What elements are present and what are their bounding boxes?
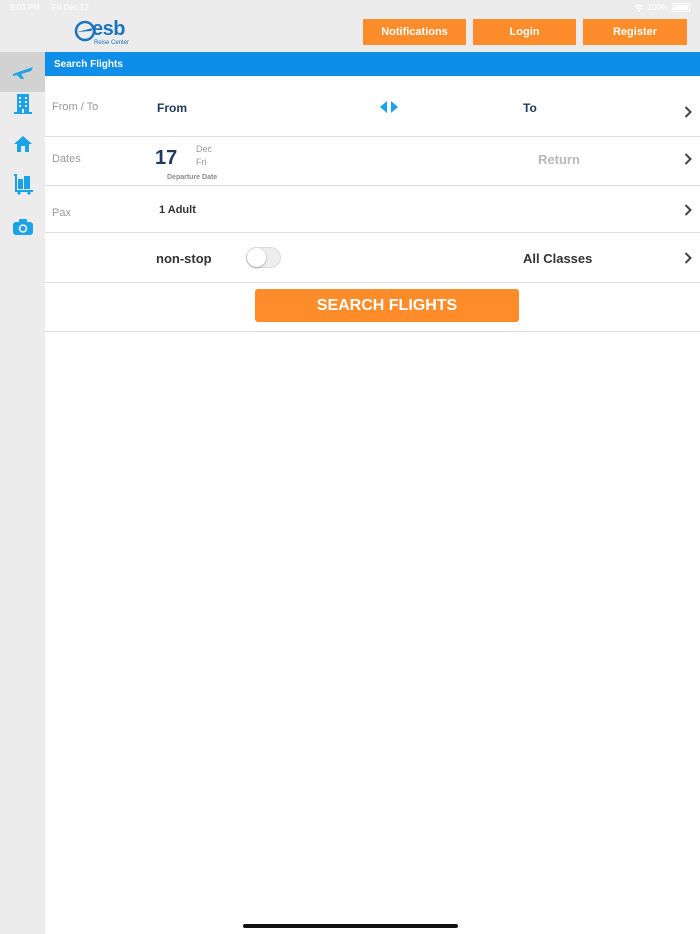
departure-day[interactable]: 17 <box>155 147 177 170</box>
battery-icon <box>672 3 690 12</box>
sidebar-item-luggage[interactable] <box>0 164 45 204</box>
nonstop-label: non-stop <box>156 251 212 266</box>
departure-weekday: Fri <box>196 157 207 167</box>
logo-subtitle: Reise Center <box>94 40 130 46</box>
home-icon <box>13 136 32 152</box>
search-row: SEARCH FLIGHTS <box>45 283 700 332</box>
departure-date-label: Departure Date <box>167 174 218 181</box>
home-indicator[interactable] <box>243 924 458 928</box>
wifi-icon <box>634 3 643 12</box>
airplane-icon <box>12 67 33 79</box>
app-header: esb Reise Center Notifications Login Reg… <box>0 16 700 52</box>
search-flights-header: Search Flights <box>45 52 700 76</box>
register-button[interactable]: Register <box>583 19 687 45</box>
sidebar-item-hotels[interactable] <box>0 84 45 124</box>
to-field[interactable]: To <box>523 101 537 115</box>
chevron-right-icon <box>682 250 694 266</box>
status-date: Fri Dec 17 <box>52 3 89 12</box>
sidebar <box>0 52 45 934</box>
pax-row[interactable]: Pax 1 Adult <box>45 186 700 233</box>
notifications-button[interactable]: Notifications <box>363 19 466 45</box>
status-bar: 9:03 PM Fri Dec 17 100% <box>0 0 700 16</box>
luggage-cart-icon <box>13 174 33 195</box>
camera-icon <box>12 219 33 235</box>
login-button[interactable]: Login <box>473 19 576 45</box>
departure-month: Dec <box>196 144 213 154</box>
swap-button[interactable] <box>380 101 398 113</box>
toggle-knob <box>247 248 266 267</box>
from-field[interactable]: From <box>157 101 187 115</box>
swap-arrows-icon <box>380 101 398 113</box>
battery-percentage: 100% <box>647 3 668 12</box>
chevron-right-icon <box>682 202 694 218</box>
esb-logo[interactable]: esb Reise Center <box>74 18 134 50</box>
chevron-right-icon <box>682 104 694 120</box>
sidebar-item-home[interactable] <box>0 124 45 164</box>
sidebar-item-camera[interactable] <box>0 207 45 247</box>
return-date-field[interactable]: Return <box>538 152 580 167</box>
cabin-class-selector[interactable]: All Classes <box>523 251 592 266</box>
nonstop-toggle[interactable] <box>246 247 281 268</box>
from-to-label: From / To <box>52 101 99 113</box>
pax-value[interactable]: 1 Adult <box>159 204 196 216</box>
status-time: 9:03 PM <box>10 3 40 12</box>
options-row: non-stop All Classes <box>45 233 700 283</box>
logo-text: esb <box>92 18 125 40</box>
from-to-row[interactable]: From / To From To <box>45 76 700 137</box>
dates-label: Dates <box>52 153 81 165</box>
pax-label: Pax <box>52 207 71 219</box>
hotel-building-icon <box>13 94 32 114</box>
chevron-right-icon <box>682 151 694 167</box>
dates-row[interactable]: Dates 17 Dec Fri Departure Date Return <box>45 137 700 186</box>
search-flights-button[interactable]: SEARCH FLIGHTS <box>255 289 519 322</box>
